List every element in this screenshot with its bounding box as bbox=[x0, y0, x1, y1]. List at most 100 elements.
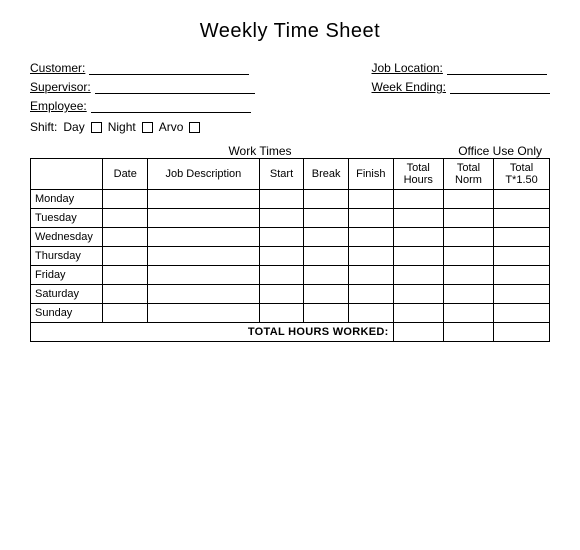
table-row: Sunday bbox=[31, 304, 550, 323]
data-cell[interactable] bbox=[103, 285, 148, 304]
data-cell[interactable] bbox=[348, 190, 393, 209]
data-cell[interactable] bbox=[103, 190, 148, 209]
total-hours-value bbox=[393, 323, 443, 342]
employee-label: Employee: bbox=[30, 99, 87, 113]
data-cell[interactable] bbox=[494, 266, 550, 285]
col-header-jobdesc: Job Description bbox=[148, 159, 260, 190]
data-cell[interactable] bbox=[494, 228, 550, 247]
data-cell[interactable] bbox=[393, 247, 443, 266]
data-cell[interactable] bbox=[148, 228, 260, 247]
data-cell[interactable] bbox=[348, 285, 393, 304]
page-title: Weekly Time Sheet bbox=[30, 20, 550, 43]
data-cell[interactable] bbox=[348, 228, 393, 247]
col-header-totalnorm: Total Norm bbox=[443, 159, 493, 190]
day-cell: Thursday bbox=[31, 247, 103, 266]
data-cell[interactable] bbox=[103, 247, 148, 266]
data-cell[interactable] bbox=[348, 209, 393, 228]
col-header-start: Start bbox=[259, 159, 304, 190]
data-cell[interactable] bbox=[259, 266, 304, 285]
data-cell[interactable] bbox=[259, 285, 304, 304]
data-cell[interactable] bbox=[443, 266, 493, 285]
table-row: Monday bbox=[31, 190, 550, 209]
data-cell[interactable] bbox=[103, 228, 148, 247]
data-cell[interactable] bbox=[494, 209, 550, 228]
data-cell[interactable] bbox=[103, 209, 148, 228]
data-cell[interactable] bbox=[443, 228, 493, 247]
day-cell: Tuesday bbox=[31, 209, 103, 228]
week-ending-label: Week Ending: bbox=[372, 80, 447, 94]
data-cell[interactable] bbox=[443, 209, 493, 228]
data-cell[interactable] bbox=[494, 190, 550, 209]
data-cell[interactable] bbox=[393, 266, 443, 285]
day-cell: Saturday bbox=[31, 285, 103, 304]
employee-line bbox=[91, 99, 251, 113]
data-cell[interactable] bbox=[103, 304, 148, 323]
data-cell[interactable] bbox=[393, 285, 443, 304]
data-cell[interactable] bbox=[148, 190, 260, 209]
total-150-value bbox=[494, 323, 550, 342]
office-use-section-label: Office Use Only bbox=[430, 144, 550, 158]
data-cell[interactable] bbox=[304, 190, 349, 209]
data-cell[interactable] bbox=[494, 247, 550, 266]
data-cell[interactable] bbox=[443, 190, 493, 209]
shift-night-checkbox[interactable] bbox=[142, 122, 153, 133]
timesheet-table: Date Job Description Start Break Finish … bbox=[30, 158, 550, 342]
data-cell[interactable] bbox=[348, 304, 393, 323]
day-cell: Sunday bbox=[31, 304, 103, 323]
data-cell[interactable] bbox=[393, 228, 443, 247]
total-hours-row: TOTAL HOURS WORKED: bbox=[31, 323, 550, 342]
supervisor-line bbox=[95, 80, 255, 94]
data-cell[interactable] bbox=[304, 285, 349, 304]
col-header-totalhours: Total Hours bbox=[393, 159, 443, 190]
data-cell[interactable] bbox=[494, 285, 550, 304]
total-hours-label: TOTAL HOURS WORKED: bbox=[31, 323, 394, 342]
col-header-total150: Total T*1.50 bbox=[494, 159, 550, 190]
table-row: Tuesday bbox=[31, 209, 550, 228]
data-cell[interactable] bbox=[494, 304, 550, 323]
data-cell[interactable] bbox=[148, 304, 260, 323]
day-cell: Monday bbox=[31, 190, 103, 209]
data-cell[interactable] bbox=[443, 285, 493, 304]
shift-day-label: Day bbox=[63, 120, 84, 134]
col-header-finish: Finish bbox=[348, 159, 393, 190]
data-cell[interactable] bbox=[304, 266, 349, 285]
data-cell[interactable] bbox=[348, 266, 393, 285]
table-row: Thursday bbox=[31, 247, 550, 266]
data-cell[interactable] bbox=[148, 247, 260, 266]
data-cell[interactable] bbox=[348, 247, 393, 266]
day-cell: Wednesday bbox=[31, 228, 103, 247]
data-cell[interactable] bbox=[148, 209, 260, 228]
data-cell[interactable] bbox=[304, 247, 349, 266]
data-cell[interactable] bbox=[443, 304, 493, 323]
data-cell[interactable] bbox=[443, 247, 493, 266]
data-cell[interactable] bbox=[393, 209, 443, 228]
shift-label: Shift: bbox=[30, 120, 57, 134]
data-cell[interactable] bbox=[259, 304, 304, 323]
table-row: Friday bbox=[31, 266, 550, 285]
table-row: Wednesday bbox=[31, 228, 550, 247]
col-header-break: Break bbox=[304, 159, 349, 190]
data-cell[interactable] bbox=[304, 228, 349, 247]
shift-day-checkbox[interactable] bbox=[91, 122, 102, 133]
job-location-label: Job Location: bbox=[372, 61, 443, 75]
data-cell[interactable] bbox=[304, 304, 349, 323]
data-cell[interactable] bbox=[103, 266, 148, 285]
total-norm-value bbox=[443, 323, 493, 342]
data-cell[interactable] bbox=[148, 285, 260, 304]
work-times-section-label: Work Times bbox=[30, 144, 430, 158]
data-cell[interactable] bbox=[259, 190, 304, 209]
data-cell[interactable] bbox=[304, 209, 349, 228]
customer-line bbox=[89, 61, 249, 75]
job-location-line bbox=[447, 61, 547, 75]
data-cell[interactable] bbox=[259, 228, 304, 247]
data-cell[interactable] bbox=[148, 266, 260, 285]
shift-arvo-label: Arvo bbox=[159, 120, 184, 134]
supervisor-label: Supervisor: bbox=[30, 80, 91, 94]
data-cell[interactable] bbox=[259, 209, 304, 228]
data-cell[interactable] bbox=[259, 247, 304, 266]
shift-arvo-checkbox[interactable] bbox=[189, 122, 200, 133]
data-cell[interactable] bbox=[393, 304, 443, 323]
table-row: Saturday bbox=[31, 285, 550, 304]
shift-night-label: Night bbox=[108, 120, 136, 134]
data-cell[interactable] bbox=[393, 190, 443, 209]
